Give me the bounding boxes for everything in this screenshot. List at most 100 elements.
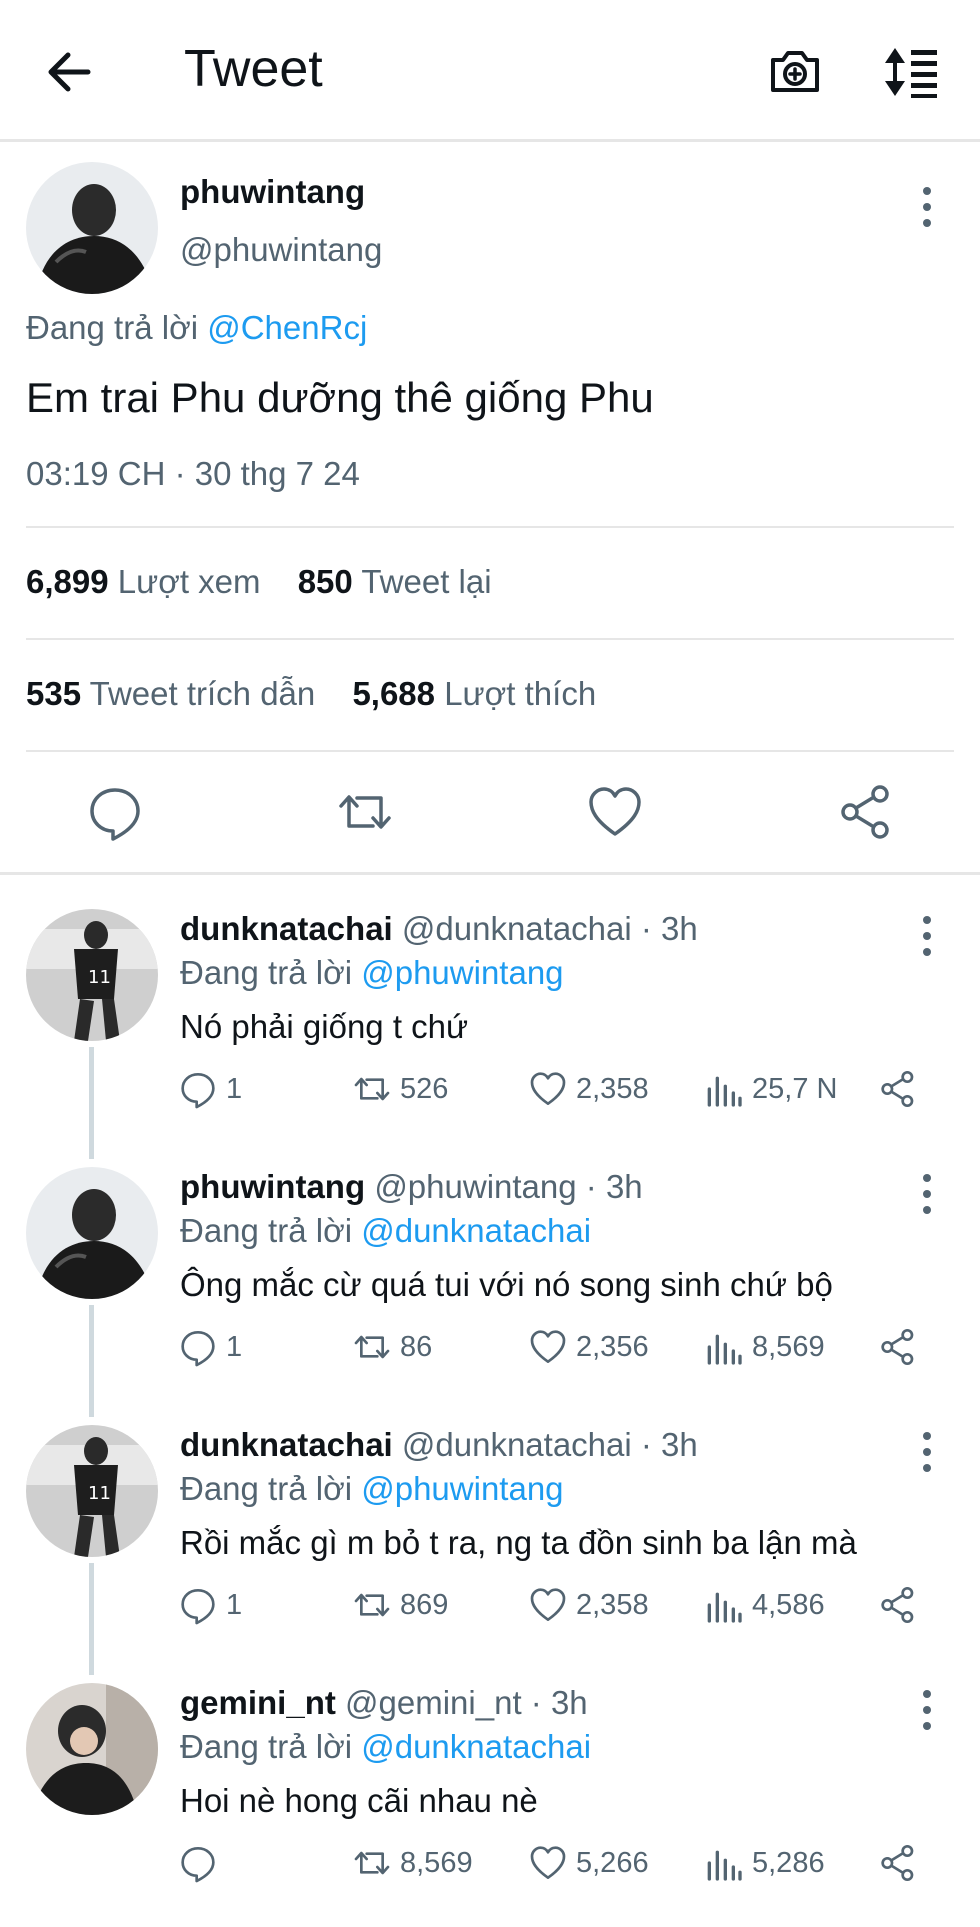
replying-to: Đang trả lời @ChenRcj [26,308,367,348]
views-button[interactable]: 25,7 N [704,1067,837,1111]
reply-tweet[interactable]: 11 dunknatachai @dunknatachai · 3h Đang … [0,1411,980,1675]
avatar[interactable]: 11 [26,909,158,1041]
view-count: 25,7 N [752,1073,838,1105]
mention-link[interactable]: @ChenRcj [207,309,367,346]
more-options-button[interactable] [912,1427,942,1477]
retweets-count[interactable]: 850 [298,563,353,600]
share-button[interactable] [878,1583,926,1627]
quotes-count[interactable]: 535 [26,675,81,712]
reply-icon [181,1847,215,1883]
views-button[interactable]: 5,286 [704,1841,825,1885]
views-label: Lượt xem [117,563,261,600]
like-button[interactable]: 2,358 [528,1067,649,1111]
mention-link[interactable]: @phuwintang [361,1470,563,1507]
profile-photo-icon [26,162,158,294]
avatar[interactable]: 11 [26,1425,158,1557]
reply-prefix: Đang trả lời [180,1728,353,1765]
profile-photo-icon: 11 [26,1425,158,1557]
share-button[interactable] [836,782,896,842]
reply-header: dunknatachai @dunknatachai · 3h [180,1425,698,1465]
like-count: 2,358 [576,1589,649,1621]
profile-photo-icon [26,1683,158,1815]
reply-icon [181,1331,215,1367]
retweet-button[interactable]: 86 [352,1325,432,1369]
retweet-count: 869 [400,1589,449,1621]
views-icon [707,1592,742,1623]
reply-text: Ông mắc cừ quá tui với nó song sinh chứ … [180,1266,833,1303]
view-count: 8,569 [752,1331,825,1363]
more-options-button[interactable] [912,1685,942,1735]
share-icon [881,1845,914,1881]
more-options-button[interactable] [912,1169,942,1219]
tweet-timestamp[interactable]: 03:19 CH · 30 thg 7 24 [26,454,360,494]
sort-icon [885,48,937,98]
camera-button[interactable] [765,42,825,102]
retweet-button[interactable]: 869 [352,1583,448,1627]
mention-link[interactable]: @dunknatachai [361,1728,591,1765]
reply-button[interactable]: 1 [178,1325,242,1369]
more-options-button[interactable] [912,911,942,961]
like-button[interactable]: 2,356 [528,1325,649,1369]
sort-button[interactable] [883,42,943,102]
like-button[interactable]: 2,358 [528,1583,649,1627]
avatar[interactable] [26,1683,158,1815]
retweets-label[interactable]: Tweet lại [361,563,491,600]
reply-button[interactable] [178,1841,226,1885]
handle-time: @dunknatachai · 3h [401,1426,698,1463]
display-name[interactable]: phuwintang [180,172,365,212]
svg-text:11: 11 [88,967,111,988]
reply-prefix: Đang trả lời [180,1470,353,1507]
more-options-button[interactable] [912,182,942,232]
profile-photo-icon: 11 [26,909,158,1041]
tweet-action-bar [0,782,980,854]
retweet-button[interactable] [335,782,395,842]
back-button[interactable] [40,42,100,102]
retweet-button[interactable]: 8,569 [352,1841,473,1885]
retweet-icon [354,1851,390,1875]
like-button[interactable]: 5,266 [528,1841,649,1885]
like-count: 2,358 [576,1073,649,1105]
reply-button[interactable] [85,782,145,842]
more-vertical-icon [923,916,931,956]
share-button[interactable] [878,1841,926,1885]
view-count: 5,286 [752,1847,825,1879]
reply-prefix: Đang trả lời [180,1212,353,1249]
display-name[interactable]: dunknatachai [180,910,393,947]
reply-prefix: Đang trả lời [26,309,199,346]
reply-tweet[interactable]: gemini_nt @gemini_nt · 3h Đang trả lời @… [0,1669,980,1927]
section-divider [0,872,980,875]
retweet-icon [339,795,391,829]
like-button[interactable] [585,782,645,842]
reply-button[interactable]: 1 [178,1067,242,1111]
reply-prefix: Đang trả lời [180,954,353,991]
share-button[interactable] [878,1067,926,1111]
like-icon [530,1330,566,1363]
user-handle[interactable]: @phuwintang [180,230,382,270]
likes-label[interactable]: Lượt thích [444,675,596,712]
mention-link[interactable]: @dunknatachai [361,1212,591,1249]
reply-button[interactable]: 1 [178,1583,242,1627]
reply-action-bar: 1 86 2,356 8,569 [0,1325,980,1369]
reply-header: dunknatachai @dunknatachai · 3h [180,909,698,949]
reply-action-bar: 1 869 2,358 4,586 [0,1583,980,1627]
share-icon [841,785,889,839]
reply-tweet[interactable]: phuwintang @phuwintang · 3h Đang trả lời… [0,1153,980,1417]
more-vertical-icon [923,1174,931,1214]
display-name[interactable]: phuwintang [180,1168,365,1205]
reply-tweet[interactable]: 11 dunknatachai @dunknatachai · 3h Đang … [0,895,980,1159]
quotes-label[interactable]: Tweet trích dẫn [90,675,316,712]
views-button[interactable]: 4,586 [704,1583,825,1627]
avatar[interactable] [26,162,158,294]
display-name[interactable]: dunknatachai [180,1426,393,1463]
like-count: 5,266 [576,1847,649,1879]
mention-link[interactable]: @phuwintang [361,954,563,991]
retweet-button[interactable]: 526 [352,1067,448,1111]
likes-count[interactable]: 5,688 [352,675,435,712]
views-button[interactable]: 8,569 [704,1325,825,1369]
views-icon [707,1076,742,1107]
display-name[interactable]: gemini_nt [180,1684,336,1721]
divider [26,750,954,752]
avatar[interactable] [26,1167,158,1299]
reply-text: Rồi mắc gì m bỏ t ra, ng ta đồn sinh ba … [180,1524,857,1561]
share-button[interactable] [878,1325,926,1369]
